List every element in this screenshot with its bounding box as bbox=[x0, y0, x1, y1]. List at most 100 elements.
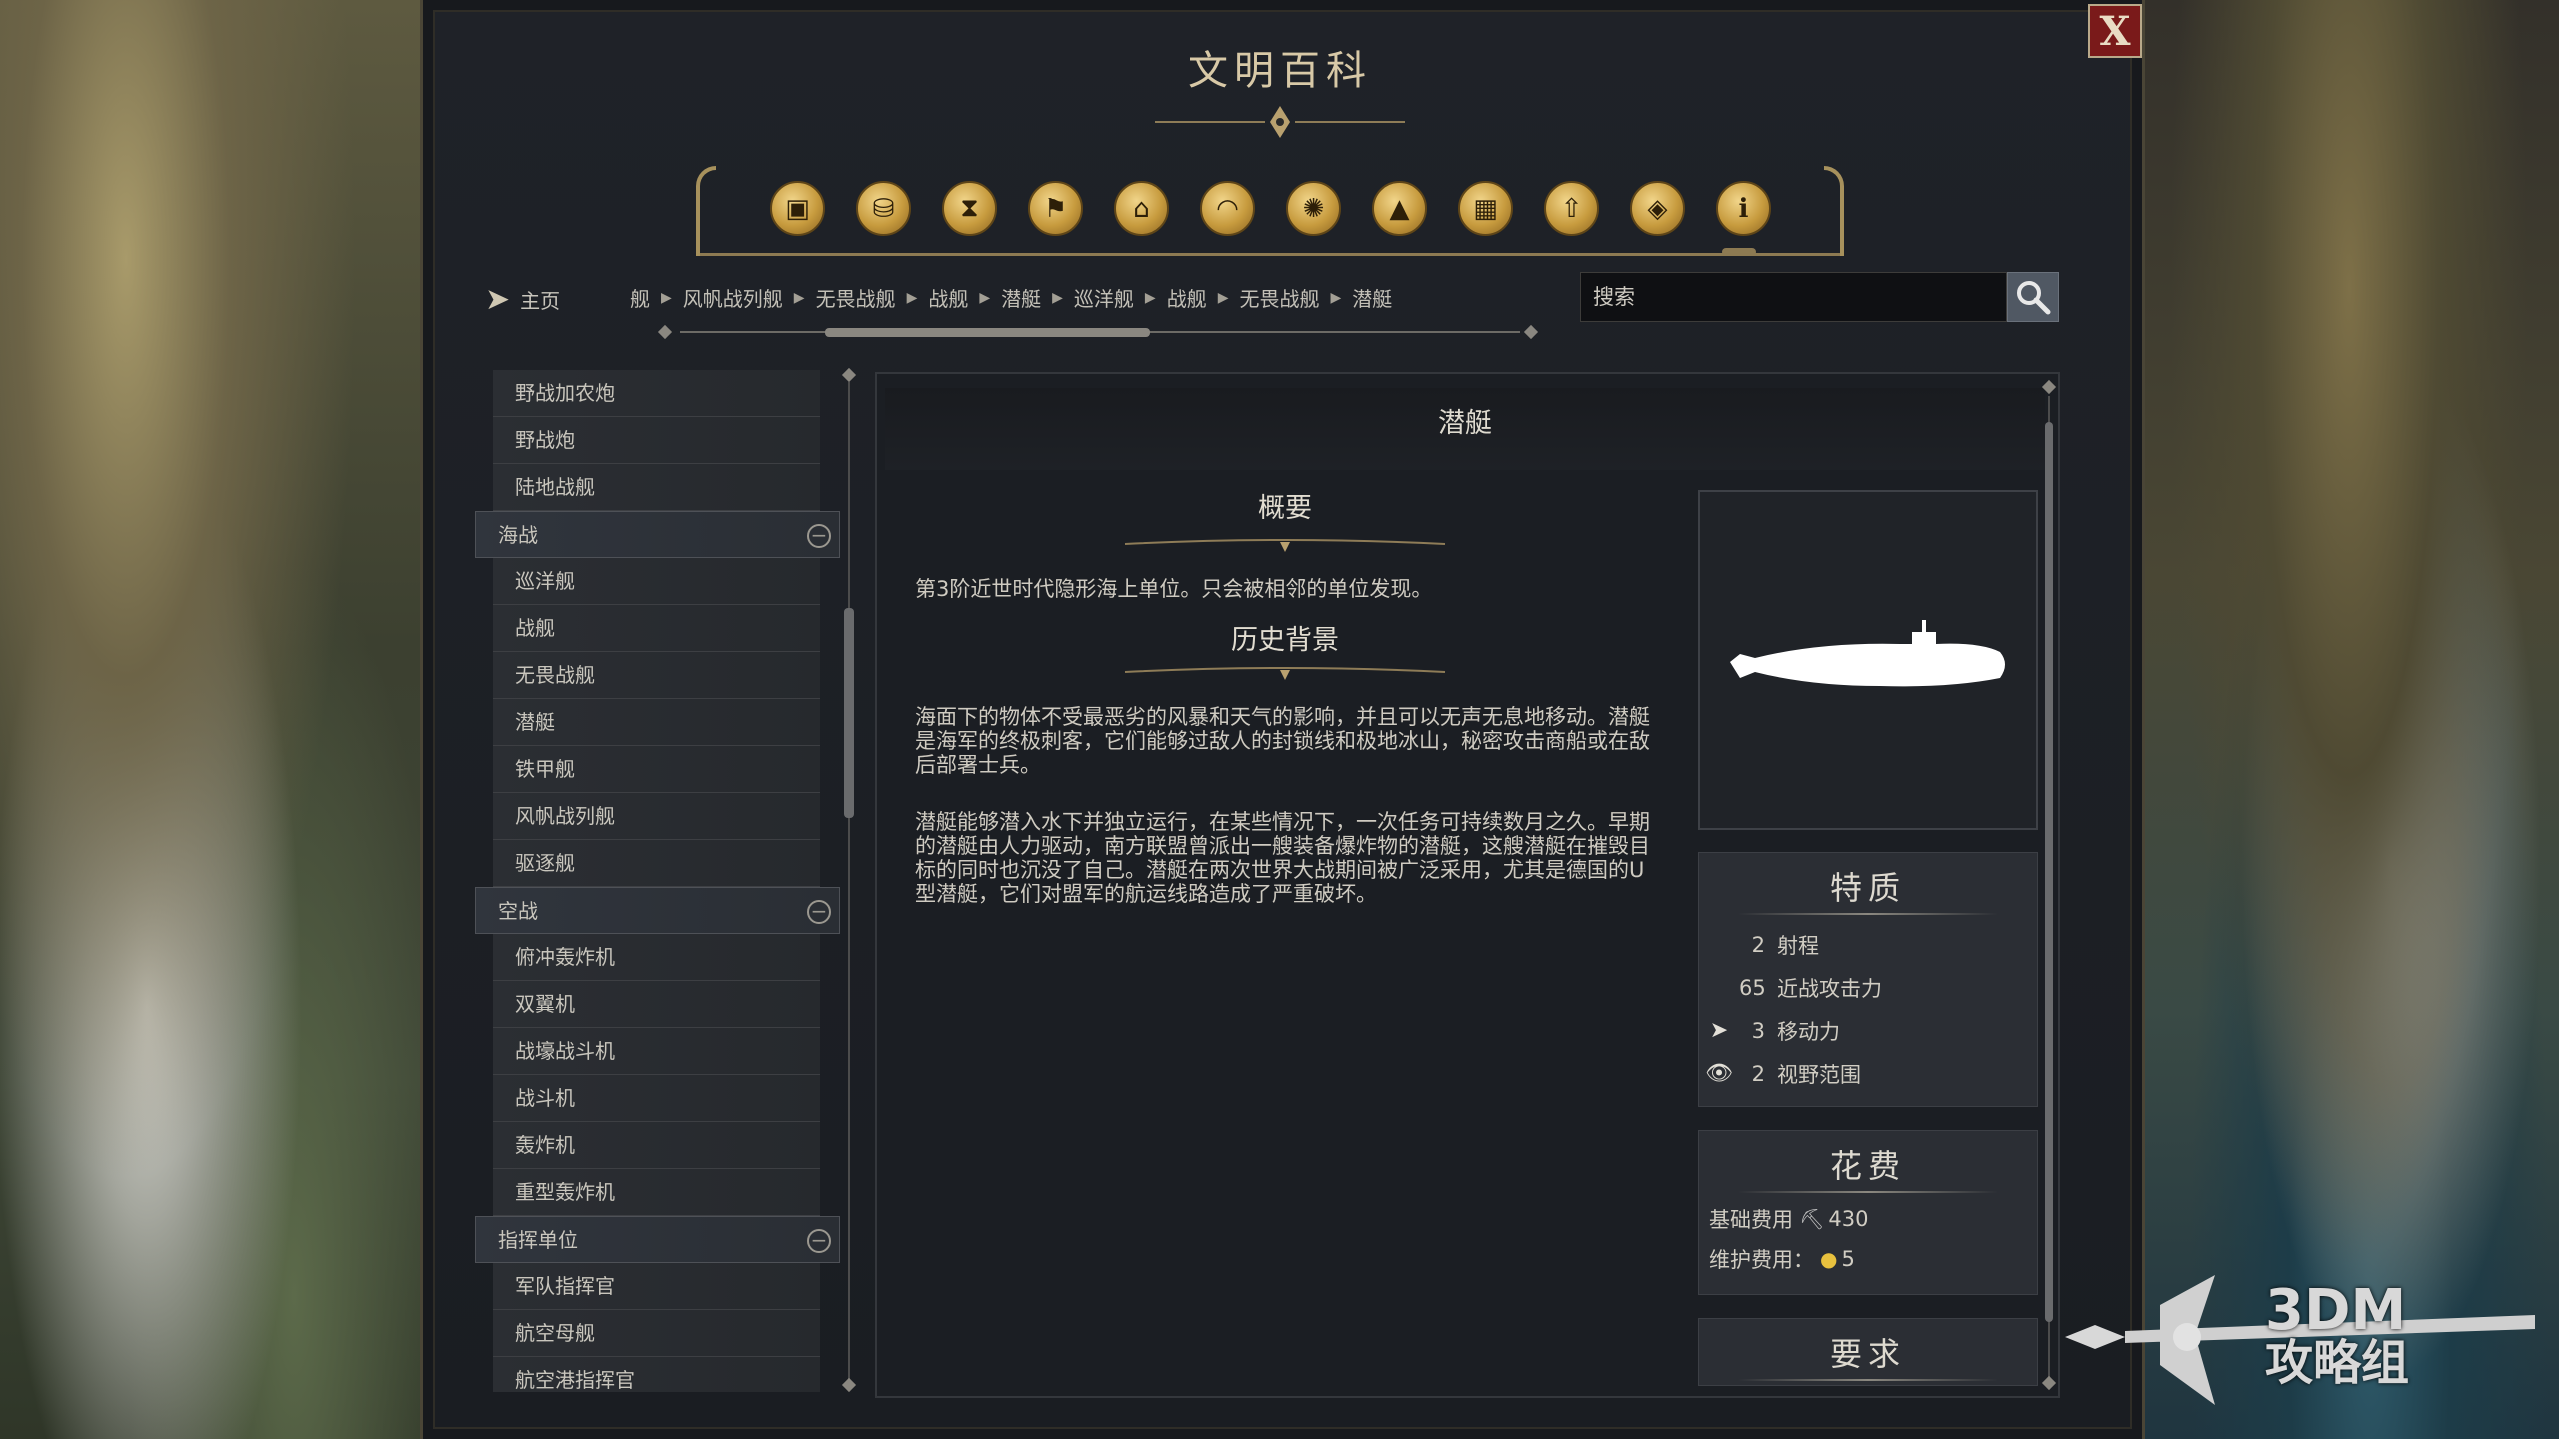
list-item-label: 野战炮 bbox=[515, 428, 575, 452]
districts-icon[interactable]: ⌂ bbox=[1114, 181, 1169, 236]
unit-list-scrollbar[interactable] bbox=[840, 367, 860, 1393]
buildings-icon[interactable]: ▦ bbox=[1458, 181, 1513, 236]
detail-scroll-thumb[interactable] bbox=[2045, 422, 2053, 1322]
list-item-label: 轰炸机 bbox=[515, 1133, 575, 1157]
home-button[interactable]: ➤ 主页 bbox=[485, 282, 560, 317]
history-paragraph-2: 潜艇能够潜入水下并独立运行，在某些情况下，一次任务可持续数月之久。早期的潜艇由人… bbox=[915, 810, 1650, 906]
requirements-box[interactable]: 要求 bbox=[1698, 1318, 2038, 1386]
breadcrumb-item[interactable]: 潜艇 bbox=[1352, 283, 1392, 312]
terrain-icon[interactable]: ▲ bbox=[1372, 181, 1427, 236]
breadcrumb-item[interactable]: 战舰 bbox=[1167, 283, 1207, 312]
unit-list: 野战加农炮野战炮陆地战舰海战 − 巡洋舰战舰无畏战舰潜艇铁甲舰风帆战列舰 驱逐舰空战 −… bbox=[475, 370, 840, 1392]
traits-title: 特质 bbox=[1829, 869, 1906, 907]
list-item-label: 航空母舰 bbox=[515, 1321, 595, 1345]
breadcrumb: 舰 ▶ 风帆战列舰 ▶ 无畏战舰 ▶ 战舰 ▶ 潜艇 ▶ 巡洋舰 ▶ 战舰 ▶ 无畏战舰 ▶ 潜艇 bbox=[630, 283, 1392, 312]
list-item[interactable]: 战斗机 bbox=[493, 1075, 820, 1122]
list-item-label: 战舰 bbox=[515, 616, 555, 640]
maintenance-label: 维护费用： bbox=[1709, 1248, 1814, 1272]
breadcrumb-item[interactable]: 巡洋舰 bbox=[1074, 283, 1134, 312]
list-item[interactable]: 重型轰炸机 bbox=[493, 1169, 820, 1216]
breadcrumb-separator-icon: ▶ bbox=[979, 289, 991, 306]
close-button[interactable]: X bbox=[2088, 4, 2142, 58]
collapse-icon[interactable]: − bbox=[807, 1229, 831, 1253]
overview-text: 第3阶近世时代隐形海上单位。只会被相邻的单位发现。 bbox=[915, 577, 1433, 601]
list-group-header[interactable]: 海战 − bbox=[475, 511, 840, 558]
technology-icon[interactable]: ✺ bbox=[1286, 181, 1341, 236]
category-selected-marker bbox=[1722, 248, 1756, 256]
list-item-label: 军队指挥官 bbox=[515, 1274, 615, 1298]
breadcrumb-scrollbar[interactable] bbox=[657, 324, 1540, 340]
list-item[interactable]: 陆地战舰 bbox=[493, 464, 820, 511]
overview-ornament bbox=[1124, 539, 1446, 552]
trait-row: 2 射程 bbox=[1699, 923, 2037, 966]
submarine-icon bbox=[1730, 620, 2005, 687]
list-item[interactable]: 风帆战列舰 bbox=[493, 793, 820, 840]
breadcrumb-item[interactable]: 风帆战列舰 bbox=[683, 283, 783, 312]
scroll-down-diamond bbox=[841, 1377, 857, 1393]
list-item[interactable]: 航空港指挥官 bbox=[493, 1357, 820, 1392]
breadcrumb-separator-icon: ▶ bbox=[661, 289, 672, 306]
list-item[interactable]: 野战加农炮 bbox=[493, 370, 820, 417]
promotions-icon[interactable]: ⇧ bbox=[1544, 181, 1599, 236]
list-item-label: 野战加农炮 bbox=[515, 381, 615, 405]
list-item[interactable]: 巡洋舰 bbox=[493, 558, 820, 605]
list-item[interactable]: 俯冲轰炸机 bbox=[493, 934, 820, 981]
collapse-icon[interactable]: − bbox=[807, 524, 831, 548]
list-item[interactable]: 野战炮 bbox=[493, 417, 820, 464]
units-icon[interactable]: ▣ bbox=[770, 181, 825, 236]
search-input[interactable] bbox=[1580, 272, 2007, 322]
list-item[interactable]: 战壕战斗机 bbox=[493, 1028, 820, 1075]
unit-name-header: 潜艇 bbox=[885, 388, 2045, 470]
unit-list-scroll-thumb[interactable] bbox=[844, 608, 854, 818]
trait-label: 射程 bbox=[1777, 933, 1819, 958]
list-item[interactable]: 军队指挥官 bbox=[493, 1263, 820, 1310]
watermark-text: 3DM 攻略组 bbox=[2265, 1283, 2409, 1390]
breadcrumb-separator-icon: ▶ bbox=[1217, 289, 1229, 306]
list-group-header[interactable]: 指挥单位 − bbox=[475, 1216, 840, 1263]
list-item-label: 铁甲舰 bbox=[515, 757, 575, 781]
base-cost-label: 基础费用 bbox=[1709, 1208, 1793, 1232]
list-group-header[interactable]: 空战 − bbox=[475, 887, 840, 934]
trait-value: 3 bbox=[1751, 1018, 1765, 1043]
category-bar-right-cap bbox=[1824, 166, 1844, 256]
list-item[interactable]: 无畏战舰 bbox=[493, 652, 820, 699]
improvements-icon[interactable]: ◈ bbox=[1630, 181, 1685, 236]
list-item[interactable]: 双翼机 bbox=[493, 981, 820, 1028]
trait-value: 65 bbox=[1739, 975, 1766, 1000]
breadcrumb-separator-icon: ▶ bbox=[906, 289, 918, 306]
list-item-label: 无畏战舰 bbox=[515, 663, 595, 687]
resources-icon[interactable]: ⛁ bbox=[856, 181, 911, 236]
scroll-up-diamond bbox=[841, 367, 857, 383]
trait-label: 近战攻击力 bbox=[1777, 976, 1882, 1001]
info-icon[interactable]: ℹ bbox=[1716, 181, 1771, 236]
list-item[interactable]: 战舰 bbox=[493, 605, 820, 652]
production-icon: ⛏ bbox=[1799, 1207, 1825, 1231]
list-item-label: 陆地战舰 bbox=[515, 475, 595, 499]
civilizations-icon[interactable]: ⚑ bbox=[1028, 181, 1083, 236]
breadcrumb-item[interactable]: 无畏战舰 bbox=[1239, 283, 1319, 312]
breadcrumb-separator-icon: ▶ bbox=[1052, 289, 1063, 306]
cost-title: 花费 bbox=[1829, 1147, 1906, 1185]
breadcrumb-item[interactable]: 潜艇 bbox=[1001, 283, 1041, 312]
movement-icon: ➤ bbox=[1709, 1018, 1729, 1043]
breadcrumb-item[interactable]: 战舰 bbox=[928, 283, 968, 312]
eras-icon[interactable]: ⧗ bbox=[942, 181, 997, 236]
list-item[interactable]: 铁甲舰 bbox=[493, 746, 820, 793]
breadcrumb-scroll-thumb[interactable] bbox=[825, 328, 1150, 337]
search-button[interactable] bbox=[2007, 272, 2059, 322]
list-item[interactable]: 轰炸机 bbox=[493, 1122, 820, 1169]
religion-icon[interactable]: ◠ bbox=[1200, 181, 1255, 236]
breadcrumb-item[interactable]: 无畏战舰 bbox=[816, 283, 896, 312]
category-bar-left-cap bbox=[696, 166, 716, 256]
breadcrumb-item[interactable]: 舰 bbox=[630, 283, 650, 312]
list-item[interactable]: 航空母舰 bbox=[493, 1310, 820, 1357]
detail-scrollbar[interactable] bbox=[2040, 379, 2060, 1392]
requirements-divider bbox=[1738, 1379, 1998, 1381]
title-ornament bbox=[1155, 106, 1405, 138]
collapse-icon[interactable]: − bbox=[807, 900, 831, 924]
unit-list-scroll-track bbox=[848, 382, 850, 1380]
list-item[interactable]: 潜艇 bbox=[493, 699, 820, 746]
list-item[interactable]: 驱逐舰 bbox=[493, 840, 820, 887]
list-item-label: 俯冲轰炸机 bbox=[515, 945, 615, 969]
list-item-label: 空战 bbox=[498, 899, 538, 923]
